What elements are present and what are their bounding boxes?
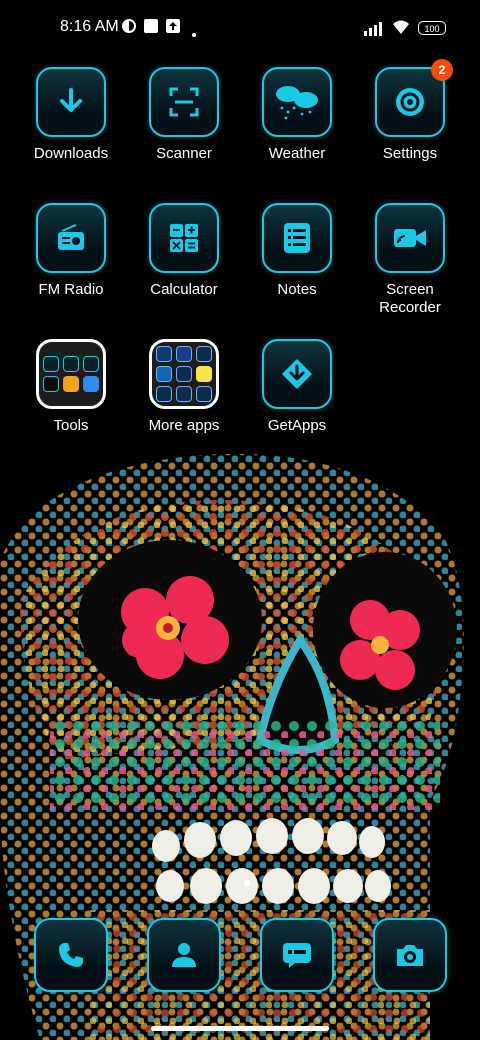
upload-icon [165,18,181,39]
mini-app-icon [176,386,192,402]
app-label: Settings [382,145,438,162]
dock-phone[interactable] [34,918,108,992]
mini-app-icon [156,386,172,402]
notification-badge: 2 [431,59,453,81]
camera-icon [373,918,447,992]
notes-icon [262,203,332,273]
mini-app-icon [63,376,79,392]
mini-app-icon [196,386,212,402]
messages-icon [260,918,334,992]
app-label: Notes [277,281,317,298]
dot-icon [192,24,196,42]
mini-app-icon [176,346,192,362]
app-notes[interactable]: Notes [241,203,353,299]
app-label: Tools [53,417,89,434]
app-label: Downloads [33,145,109,162]
mini-app-icon [196,346,212,362]
home-indicator-bar[interactable] [151,1026,329,1031]
app-screen-recorder[interactable]: Screen Recorder [354,203,466,317]
status-bar: 8:16 AM 100 [0,0,480,56]
radio-icon [36,203,106,273]
video-camera-icon [375,203,445,273]
app-label: FM Radio [38,281,104,298]
gear-icon: 2 [375,59,453,137]
signal-icon [364,20,386,41]
folder-icon [149,339,219,409]
calculator-icon [149,203,219,273]
mini-app-icon [43,356,59,372]
app-downloads[interactable]: Downloads [15,67,127,163]
dock-messages[interactable] [260,918,334,992]
app-label: Screen Recorder [379,281,441,316]
wifi-icon [391,18,411,41]
weather-icon [262,67,332,137]
download-arrow-icon [36,67,106,137]
folder-more-apps[interactable]: More apps [128,339,240,435]
app-fm-radio[interactable]: FM Radio [15,203,127,299]
mini-app-icon [43,376,59,392]
status-time: 8:16 AM [60,18,119,35]
mini-app-icon [63,356,79,372]
mini-app-icon [156,366,172,382]
dock-contacts[interactable] [147,918,221,992]
app-label: GetApps [267,417,327,434]
getapps-icon [262,339,332,409]
dock-camera[interactable] [373,918,447,992]
app-scanner[interactable]: Scanner [128,67,240,163]
do-not-disturb-icon [121,18,137,39]
folder-tools[interactable]: Tools [15,339,127,435]
mini-app-icon [156,346,172,362]
app-label: Weather [268,145,326,162]
mini-app-icon [83,356,99,372]
mini-app-icon [83,376,99,392]
battery-icon: 100 [418,21,446,35]
app-label: Calculator [150,281,218,298]
app-getapps[interactable]: GetApps [241,339,353,435]
mini-app-icon [176,366,192,382]
page-indicator [244,880,250,886]
phone-icon [34,918,108,992]
scanner-icon [149,67,219,137]
app-settings[interactable]: 2 Settings [354,59,466,163]
contacts-icon [147,918,221,992]
folder-icon [36,339,106,409]
mini-app-icon [196,366,212,382]
app-label: More apps [148,417,220,434]
notification-square-icon [143,18,159,39]
app-calculator[interactable]: Calculator [128,203,240,299]
app-label: Scanner [156,145,212,162]
app-weather[interactable]: Weather [241,67,353,163]
